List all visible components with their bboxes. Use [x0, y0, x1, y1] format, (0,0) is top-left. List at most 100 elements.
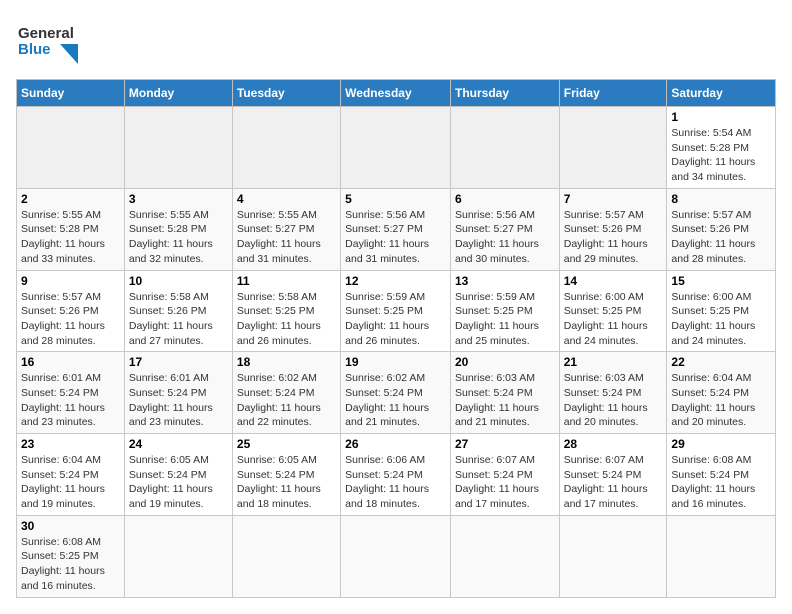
- calendar-day-cell: [124, 515, 232, 597]
- calendar-day-cell: [124, 107, 232, 189]
- calendar-day-cell: [17, 107, 125, 189]
- calendar-day-cell: 8Sunrise: 5:57 AM Sunset: 5:26 PM Daylig…: [667, 188, 776, 270]
- day-info: Sunrise: 6:01 AM Sunset: 5:24 PM Dayligh…: [129, 371, 228, 430]
- calendar-day-cell: [559, 515, 667, 597]
- day-info: Sunrise: 6:06 AM Sunset: 5:24 PM Dayligh…: [345, 453, 446, 512]
- calendar-day-cell: 16 Sunrise: 6:01 AM Sunset: 5:24 PM Dayli…: [17, 352, 125, 434]
- calendar-day-cell: 9Sunrise: 5:57 AM Sunset: 5:26 PM Daylig…: [17, 270, 125, 352]
- day-number: 26: [345, 437, 446, 451]
- day-number: 21: [564, 355, 663, 369]
- day-info: Sunrise: 6:05 AM Sunset: 5:24 PM Dayligh…: [237, 453, 336, 512]
- day-number: 12: [345, 274, 446, 288]
- day-info: Sunrise: 6:08 AM Sunset: 5:24 PM Dayligh…: [671, 453, 771, 512]
- day-info: Sunrise: 6:07 AM Sunset: 5:24 PM Dayligh…: [564, 453, 663, 512]
- day-info: Sunrise: 6:02 AM Sunset: 5:24 PM Dayligh…: [345, 371, 446, 430]
- calendar-day-cell: 20 Sunrise: 6:03 AM Sunset: 5:24 PM Dayli…: [450, 352, 559, 434]
- weekday-header-friday: Friday: [559, 80, 667, 107]
- day-number: 15: [671, 274, 771, 288]
- day-info: Sunrise: 5:55 AM Sunset: 5:28 PM Dayligh…: [21, 208, 120, 267]
- weekday-header-sunday: Sunday: [17, 80, 125, 107]
- calendar-day-cell: 4 Sunrise: 5:55 AM Sunset: 5:27 PM Daylig…: [232, 188, 340, 270]
- calendar-day-cell: 11 Sunrise: 5:58 AM Sunset: 5:25 PM Dayli…: [232, 270, 340, 352]
- day-info: Sunrise: 5:55 AM Sunset: 5:27 PM Dayligh…: [237, 208, 336, 267]
- day-number: 2: [21, 192, 120, 206]
- calendar-day-cell: 21 Sunrise: 6:03 AM Sunset: 5:24 PM Dayli…: [559, 352, 667, 434]
- day-number: 27: [455, 437, 555, 451]
- day-info: Sunrise: 5:58 AM Sunset: 5:25 PM Dayligh…: [237, 290, 336, 349]
- calendar-day-cell: [341, 107, 451, 189]
- calendar-week-row: 30 Sunrise: 6:08 AM Sunset: 5:25 PM Dayli…: [17, 515, 776, 597]
- calendar-day-cell: 1 Sunrise: 5:54 AM Sunset: 5:28 PM Daylig…: [667, 107, 776, 189]
- calendar-day-cell: 2 Sunrise: 5:55 AM Sunset: 5:28 PM Daylig…: [17, 188, 125, 270]
- day-info: Sunrise: 5:56 AM Sunset: 5:27 PM Dayligh…: [455, 208, 555, 267]
- day-info: Sunrise: 6:08 AM Sunset: 5:25 PM Dayligh…: [21, 535, 120, 594]
- day-number: 3: [129, 192, 228, 206]
- logo: General Blue: [16, 16, 86, 71]
- day-number: 22: [671, 355, 771, 369]
- calendar-week-row: 16 Sunrise: 6:01 AM Sunset: 5:24 PM Dayli…: [17, 352, 776, 434]
- page-header: General Blue: [16, 16, 776, 71]
- day-number: 20: [455, 355, 555, 369]
- weekday-header-row: SundayMondayTuesdayWednesdayThursdayFrid…: [17, 80, 776, 107]
- day-number: 19: [345, 355, 446, 369]
- day-number: 16: [21, 355, 120, 369]
- day-number: 4: [237, 192, 336, 206]
- calendar-day-cell: 18Sunrise: 6:02 AM Sunset: 5:24 PM Dayli…: [232, 352, 340, 434]
- calendar-day-cell: 28 Sunrise: 6:07 AM Sunset: 5:24 PM Dayli…: [559, 434, 667, 516]
- day-info: Sunrise: 6:00 AM Sunset: 5:25 PM Dayligh…: [671, 290, 771, 349]
- day-number: 29: [671, 437, 771, 451]
- calendar-day-cell: 12 Sunrise: 5:59 AM Sunset: 5:25 PM Dayli…: [341, 270, 451, 352]
- weekday-header-saturday: Saturday: [667, 80, 776, 107]
- calendar-day-cell: 27Sunrise: 6:07 AM Sunset: 5:24 PM Dayli…: [450, 434, 559, 516]
- day-number: 17: [129, 355, 228, 369]
- calendar-day-cell: 25 Sunrise: 6:05 AM Sunset: 5:24 PM Dayli…: [232, 434, 340, 516]
- day-number: 10: [129, 274, 228, 288]
- day-info: Sunrise: 5:59 AM Sunset: 5:25 PM Dayligh…: [345, 290, 446, 349]
- day-info: Sunrise: 6:00 AM Sunset: 5:25 PM Dayligh…: [564, 290, 663, 349]
- day-number: 1: [671, 110, 771, 124]
- day-info: Sunrise: 5:59 AM Sunset: 5:25 PM Dayligh…: [455, 290, 555, 349]
- day-info: Sunrise: 5:56 AM Sunset: 5:27 PM Dayligh…: [345, 208, 446, 267]
- calendar-day-cell: 7Sunrise: 5:57 AM Sunset: 5:26 PM Daylig…: [559, 188, 667, 270]
- day-number: 25: [237, 437, 336, 451]
- day-info: Sunrise: 6:01 AM Sunset: 5:24 PM Dayligh…: [21, 371, 120, 430]
- day-number: 11: [237, 274, 336, 288]
- calendar-day-cell: [667, 515, 776, 597]
- calendar-day-cell: 6 Sunrise: 5:56 AM Sunset: 5:27 PM Daylig…: [450, 188, 559, 270]
- calendar-day-cell: 30 Sunrise: 6:08 AM Sunset: 5:25 PM Dayli…: [17, 515, 125, 597]
- calendar-day-cell: 3 Sunrise: 5:55 AM Sunset: 5:28 PM Daylig…: [124, 188, 232, 270]
- day-info: Sunrise: 5:57 AM Sunset: 5:26 PM Dayligh…: [671, 208, 771, 267]
- day-info: Sunrise: 5:57 AM Sunset: 5:26 PM Dayligh…: [564, 208, 663, 267]
- day-number: 13: [455, 274, 555, 288]
- day-info: Sunrise: 6:04 AM Sunset: 5:24 PM Dayligh…: [21, 453, 120, 512]
- calendar-day-cell: [559, 107, 667, 189]
- calendar-day-cell: [450, 107, 559, 189]
- calendar-day-cell: 17 Sunrise: 6:01 AM Sunset: 5:24 PM Dayli…: [124, 352, 232, 434]
- calendar-day-cell: [232, 107, 340, 189]
- logo-icon: General Blue: [16, 16, 86, 66]
- calendar-day-cell: 19 Sunrise: 6:02 AM Sunset: 5:24 PM Dayli…: [341, 352, 451, 434]
- day-number: 28: [564, 437, 663, 451]
- calendar-day-cell: 10Sunrise: 5:58 AM Sunset: 5:26 PM Dayli…: [124, 270, 232, 352]
- day-info: Sunrise: 5:54 AM Sunset: 5:28 PM Dayligh…: [671, 126, 771, 185]
- svg-text:Blue: Blue: [18, 41, 51, 58]
- day-info: Sunrise: 6:03 AM Sunset: 5:24 PM Dayligh…: [564, 371, 663, 430]
- calendar-day-cell: [450, 515, 559, 597]
- calendar-table: SundayMondayTuesdayWednesdayThursdayFrid…: [16, 79, 776, 598]
- day-info: Sunrise: 6:03 AM Sunset: 5:24 PM Dayligh…: [455, 371, 555, 430]
- calendar-day-cell: 22 Sunrise: 6:04 AM Sunset: 5:24 PM Dayli…: [667, 352, 776, 434]
- calendar-day-cell: 13 Sunrise: 5:59 AM Sunset: 5:25 PM Dayli…: [450, 270, 559, 352]
- day-info: Sunrise: 6:04 AM Sunset: 5:24 PM Dayligh…: [671, 371, 771, 430]
- day-number: 5: [345, 192, 446, 206]
- day-info: Sunrise: 5:57 AM Sunset: 5:26 PM Dayligh…: [21, 290, 120, 349]
- calendar-week-row: 2 Sunrise: 5:55 AM Sunset: 5:28 PM Daylig…: [17, 188, 776, 270]
- svg-text:General: General: [18, 25, 74, 42]
- calendar-day-cell: 29 Sunrise: 6:08 AM Sunset: 5:24 PM Dayli…: [667, 434, 776, 516]
- day-number: 14: [564, 274, 663, 288]
- calendar-day-cell: 24Sunrise: 6:05 AM Sunset: 5:24 PM Dayli…: [124, 434, 232, 516]
- day-number: 6: [455, 192, 555, 206]
- day-number: 24: [129, 437, 228, 451]
- day-number: 30: [21, 519, 120, 533]
- calendar-week-row: 9Sunrise: 5:57 AM Sunset: 5:26 PM Daylig…: [17, 270, 776, 352]
- day-info: Sunrise: 5:55 AM Sunset: 5:28 PM Dayligh…: [129, 208, 228, 267]
